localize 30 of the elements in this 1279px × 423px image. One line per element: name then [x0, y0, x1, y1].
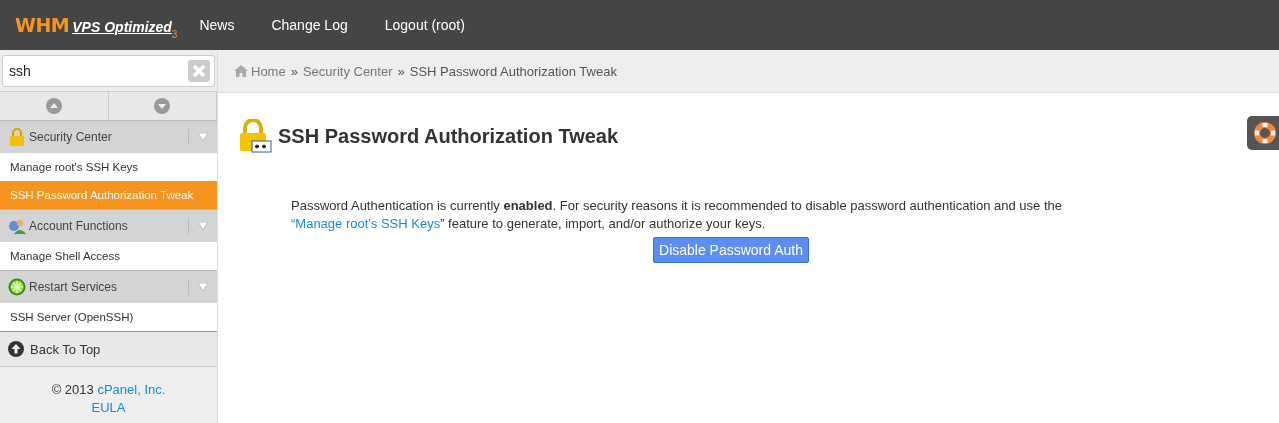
scroll-down-button[interactable] [108, 92, 217, 120]
ssh-keys-link[interactable]: “Manage root's SSH Keys [291, 216, 441, 231]
back-to-top-button[interactable]: Back To Top [0, 331, 217, 367]
sidebar-item[interactable]: Manage Shell Access [0, 242, 217, 270]
sidebar-item[interactable]: Manage root's SSH Keys [0, 153, 217, 181]
up-arrow-icon [8, 341, 24, 357]
nav-link[interactable]: Change Log [271, 17, 348, 33]
home-icon [234, 65, 248, 77]
info-message: Password Authentication is currently enabled. For security reasons it is recommended to disable password authentication and use the “Manage root's SSH Keys” feature to generate, import, and/or authorize your keys. [291, 197, 1063, 233]
breadcrumb-item[interactable]: SSH Password Authorization Tweak [409, 63, 617, 79]
category-header[interactable]: Account Functions [0, 209, 217, 242]
category-icon [8, 128, 26, 146]
sidebar-item[interactable]: SSH Server (OpenSSH) [0, 303, 217, 331]
nav-link[interactable]: News [199, 17, 235, 33]
page-title: SSH Password Authorization Tweak [278, 124, 619, 148]
search-field[interactable]: ssh [2, 55, 215, 87]
breadcrumb-item[interactable]: Security Center [302, 63, 393, 79]
clear-icon[interactable] [188, 60, 210, 82]
breadcrumb-separator: » [290, 63, 298, 79]
breadcrumb-separator: » [397, 63, 405, 79]
nav-link[interactable]: Logout (root) [384, 17, 465, 33]
category-header[interactable]: Restart Services [0, 270, 217, 303]
help-button[interactable] [1247, 116, 1279, 150]
category-header[interactable]: Security Center [0, 120, 217, 153]
lock-icon [238, 119, 272, 153]
copyright-text: © 2013 [51, 382, 94, 397]
scroll-up-button[interactable] [0, 92, 109, 120]
category-icon [8, 278, 26, 296]
category-icon [8, 218, 26, 234]
breadcrumb-item[interactable]: Home [251, 63, 286, 79]
